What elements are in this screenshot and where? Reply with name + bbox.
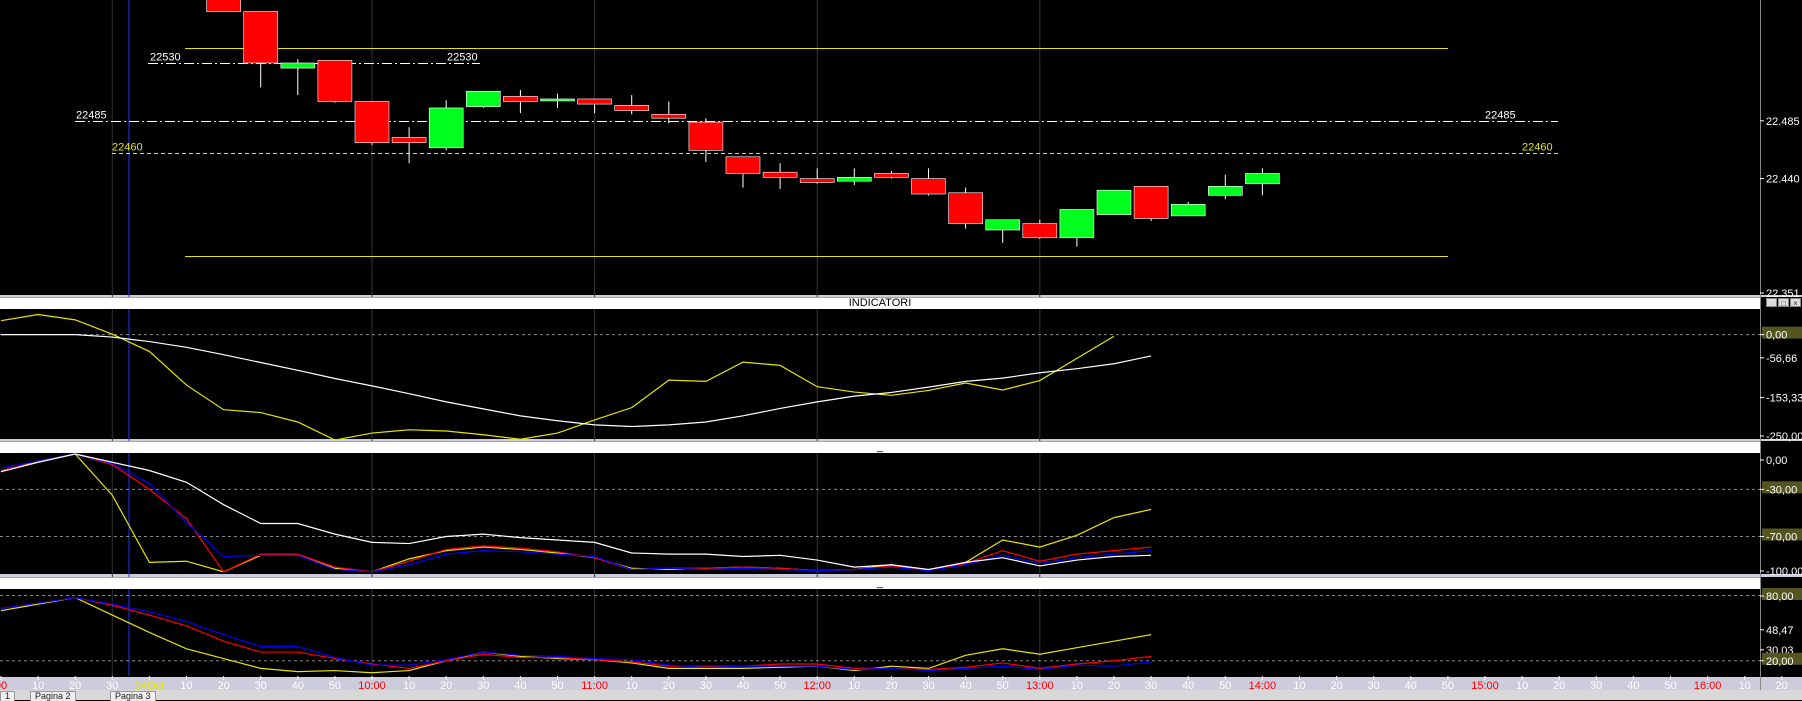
- candle-body: [354, 101, 390, 143]
- indicator-3-title: _: [876, 577, 884, 589]
- candle-body: [1245, 173, 1280, 185]
- candle-body: [243, 11, 278, 64]
- level-label-left: 22485: [76, 110, 107, 122]
- candle-body: [503, 96, 538, 102]
- indicator-3-titlebar[interactable]: _: [0, 577, 1760, 589]
- indicator-line-white: [1, 334, 1152, 428]
- level-label-left: 22460: [112, 142, 143, 154]
- candle-body: [725, 156, 761, 174]
- candle-body: [1208, 186, 1243, 196]
- indicator-line-yellow: [0, 596, 1152, 674]
- indicator-axis-label: 0,00: [1766, 330, 1787, 342]
- indicator-2-title: _: [876, 441, 884, 453]
- indicator-axis-label: 48,47: [1766, 625, 1794, 637]
- indicator-panel-titlebar[interactable]: INDICATORI: [0, 297, 1760, 309]
- indicator-2-titlebar[interactable]: _: [0, 441, 1760, 453]
- price-axis-label: 22.440: [1766, 174, 1800, 186]
- panel-separator: [0, 677, 1802, 690]
- candle-body: [948, 192, 983, 224]
- sheet-tabs: 1 Pagina 2 Pagina 3: [0, 690, 1802, 701]
- price-axis-label: 22.485: [1766, 116, 1800, 128]
- candle-body: [577, 98, 612, 105]
- indicator-line-white: [0, 453, 1152, 571]
- candle-body: [1170, 204, 1206, 217]
- candle-body: [688, 121, 724, 151]
- indicator-axis-label: -100,00: [1766, 566, 1802, 578]
- candle-body: [391, 137, 427, 143]
- indicator-panel-title: INDICATORI: [848, 297, 912, 309]
- candle-body: [280, 62, 316, 69]
- indicator-axis-label: 0,00: [1766, 455, 1787, 467]
- indicator-axis-label: -30,00: [1766, 484, 1797, 496]
- candle-body: [1096, 189, 1132, 215]
- minimize-icon[interactable]: _: [1766, 298, 1777, 308]
- candle-body: [799, 178, 835, 183]
- candle-body: [836, 177, 872, 182]
- axes: 22.48522.44022.3510,00-56,66-153,33-250,…: [0, 116, 1802, 692]
- candle-body: [465, 90, 501, 107]
- candle-body: [1022, 223, 1058, 239]
- candle-body: [651, 114, 687, 119]
- indicator-lines: [0, 313, 1152, 674]
- level-label-right: 22530: [447, 52, 478, 64]
- indicator-axis-label: 20,00: [1766, 656, 1794, 668]
- trading-chart: 22530 22530 22485 22485 22460 22460 22.485 22.…: [0, 0, 1802, 692]
- candle-body: [911, 178, 946, 195]
- candle-body: [428, 107, 464, 149]
- maximize-icon[interactable]: □: [1778, 298, 1789, 308]
- indicator-axis-label: -153,33: [1766, 393, 1802, 405]
- candle-body: [1059, 209, 1095, 239]
- candle-body: [874, 173, 909, 178]
- indicator-axis-label: 80,00: [1766, 591, 1794, 603]
- candles: [206, 0, 1280, 247]
- candle-body: [317, 60, 353, 102]
- level-label-right: 22460: [1522, 142, 1553, 154]
- level-label-right: 22485: [1485, 110, 1516, 122]
- candle-body: [540, 98, 575, 102]
- indicator-axis-label: -250,00: [1766, 431, 1802, 443]
- candle-body: [985, 219, 1021, 231]
- close-icon[interactable]: ×: [1790, 298, 1801, 308]
- candle-body: [1133, 186, 1169, 219]
- indicator-axis-label: -56,66: [1766, 353, 1797, 365]
- indicator-axis-label: -70,00: [1766, 531, 1797, 543]
- candle-body: [762, 171, 798, 178]
- indicator-line-red: [0, 597, 1152, 671]
- candle-body: [614, 105, 650, 111]
- level-label-left: 22530: [150, 52, 181, 64]
- candle-body: [206, 0, 241, 12]
